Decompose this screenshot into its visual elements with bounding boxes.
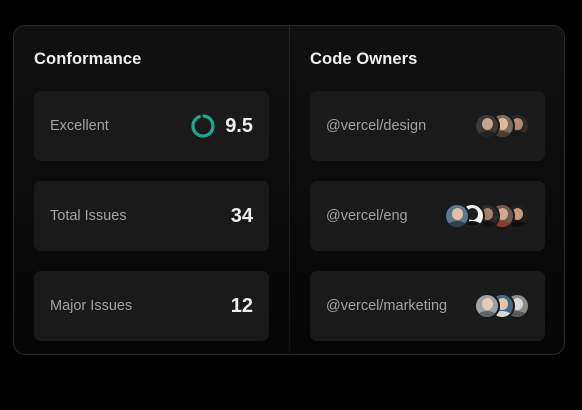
total-issues-label: Total Issues — [50, 208, 127, 224]
team-name: @vercel/eng — [326, 208, 408, 224]
avatar-head — [481, 298, 493, 310]
total-issues-value: 34 — [230, 205, 253, 227]
code-owner-team-tile[interactable]: @vercel/eng — [310, 181, 545, 251]
avatar-body — [477, 311, 497, 317]
avatar-body — [477, 131, 497, 137]
code-owners-title: Code Owners — [310, 50, 418, 68]
team-avatar-stack[interactable] — [444, 203, 530, 229]
team-name: @vercel/marketing — [326, 298, 448, 314]
column-divider — [289, 26, 290, 354]
major-issues-value: 12 — [230, 295, 253, 317]
avatar-head — [451, 208, 463, 220]
avatar-head — [481, 118, 493, 130]
conformance-title: Conformance — [34, 50, 142, 68]
score-label: Excellent — [50, 118, 109, 134]
avatar-body — [447, 221, 467, 227]
code-owner-team-tile[interactable]: @vercel/marketing — [310, 271, 545, 341]
owner-avatar[interactable] — [444, 203, 470, 229]
total-issues-tile[interactable]: Total Issues 34 — [34, 181, 269, 251]
owner-avatar[interactable] — [474, 293, 500, 319]
major-issues-label: Major Issues — [50, 298, 133, 314]
score-ring-icon — [191, 114, 215, 138]
major-issues-tile[interactable]: Major Issues 12 — [34, 271, 269, 341]
project-overview-card: Conformance Excellent 9.5 Total Issues 3… — [13, 25, 565, 355]
team-avatar-stack[interactable] — [474, 113, 530, 139]
score-value: 9.5 — [225, 115, 253, 137]
team-avatar-stack[interactable] — [474, 293, 530, 319]
conformance-score-tile[interactable]: Excellent 9.5 — [34, 91, 269, 161]
owner-avatar[interactable] — [474, 113, 500, 139]
code-owner-team-tile[interactable]: @vercel/design — [310, 91, 545, 161]
team-name: @vercel/design — [326, 118, 427, 134]
